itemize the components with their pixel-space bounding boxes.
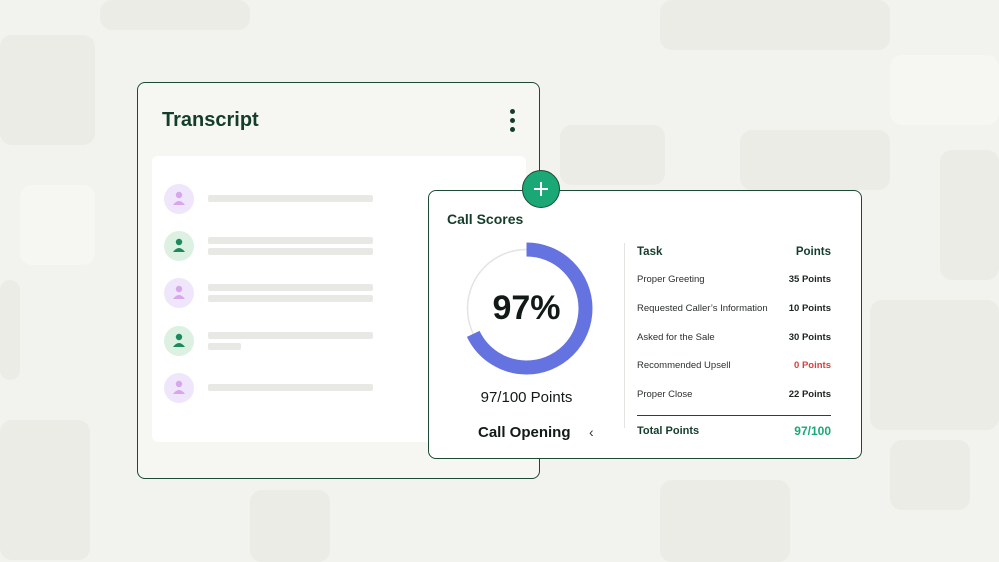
plus-icon bbox=[534, 182, 548, 196]
points-summary: 97/100 Points bbox=[480, 389, 573, 406]
chevron-left-icon[interactable]: ‹ bbox=[589, 424, 594, 440]
avatar bbox=[164, 231, 194, 261]
background-tile bbox=[740, 130, 890, 190]
table-header-points: Points bbox=[795, 246, 831, 258]
section-label: Call Opening bbox=[478, 424, 571, 441]
text-placeholder-line bbox=[208, 295, 373, 302]
user-icon bbox=[173, 285, 185, 299]
task-cell: Recommended Upsell bbox=[637, 360, 731, 371]
background-tile bbox=[100, 0, 250, 30]
points-cell: 22 Points bbox=[788, 389, 831, 400]
text-placeholder-line bbox=[208, 343, 241, 350]
background-tile bbox=[940, 150, 999, 280]
text-placeholder-line bbox=[208, 237, 373, 244]
user-icon bbox=[173, 333, 185, 347]
avatar bbox=[164, 326, 194, 356]
avatar bbox=[164, 373, 194, 403]
points-cell: 10 Points bbox=[788, 303, 831, 314]
total-divider bbox=[637, 415, 831, 416]
text-placeholder-line bbox=[208, 195, 373, 202]
points-cell: 30 Points bbox=[788, 332, 831, 343]
avatar bbox=[164, 278, 194, 308]
add-button[interactable] bbox=[522, 170, 560, 208]
background-tile bbox=[20, 185, 95, 265]
total-points-value: 97/100 bbox=[794, 424, 831, 438]
text-placeholder-line bbox=[208, 384, 373, 391]
score-percent: 97% bbox=[492, 289, 561, 327]
task-cell: Proper Close bbox=[637, 389, 693, 400]
background-tile bbox=[560, 125, 665, 185]
background-tile bbox=[250, 490, 330, 562]
background-tile bbox=[0, 280, 20, 380]
user-icon bbox=[173, 380, 185, 394]
points-cell: 0 Points bbox=[794, 360, 831, 371]
background-tile bbox=[0, 35, 95, 145]
background-tile bbox=[660, 480, 790, 562]
total-points-label: Total Points bbox=[637, 425, 700, 437]
background-tile bbox=[0, 420, 90, 560]
text-placeholder-line bbox=[208, 332, 373, 339]
task-cell: Requested Caller’s Information bbox=[637, 303, 768, 314]
vertical-divider bbox=[624, 243, 625, 428]
background-tile bbox=[890, 55, 999, 125]
background-tile bbox=[870, 300, 999, 430]
avatar bbox=[164, 184, 194, 214]
call-scores-panel: Call Scores 97% 97/100 Points Call Openi… bbox=[428, 190, 862, 459]
points-cell: 35 Points bbox=[788, 274, 831, 285]
user-icon bbox=[173, 238, 185, 252]
table-header-task: Task bbox=[637, 246, 663, 258]
call-scores-title: Call Scores bbox=[447, 211, 524, 227]
user-icon bbox=[173, 191, 185, 205]
text-placeholder-line bbox=[208, 248, 373, 255]
background-tile bbox=[660, 0, 890, 50]
transcript-title: Transcript bbox=[162, 109, 259, 131]
task-cell: Asked for the Sale bbox=[637, 332, 715, 343]
more-options-icon[interactable] bbox=[508, 109, 516, 135]
background-tile bbox=[890, 440, 970, 510]
task-cell: Proper Greeting bbox=[637, 274, 705, 285]
text-placeholder-line bbox=[208, 284, 373, 291]
